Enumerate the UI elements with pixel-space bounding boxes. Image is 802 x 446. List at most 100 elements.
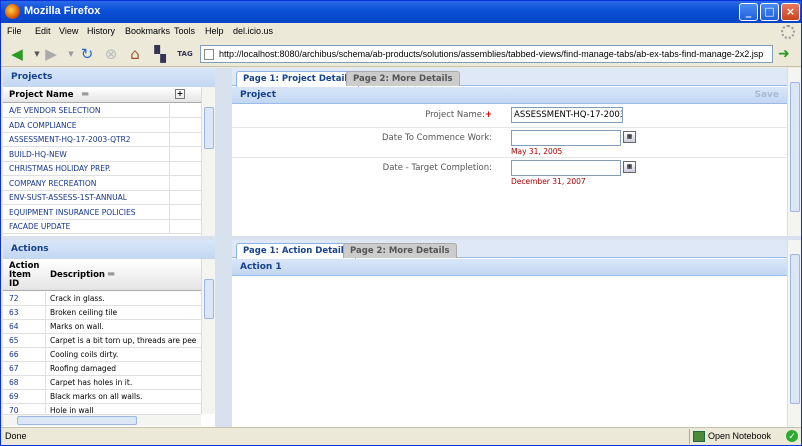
project-row[interactable]: EQUIPMENT INSURANCE POLICIES [3, 205, 201, 220]
action-id-cell[interactable]: 68 [9, 376, 19, 389]
home-icon[interactable]: ⌂ [125, 44, 145, 64]
tab-action-more-details[interactable]: Page 2: More Details [343, 243, 457, 258]
maximize-button[interactable]: □ [760, 3, 779, 21]
action-form-scrollbar[interactable] [787, 240, 801, 427]
action-description-cell[interactable]: Cooling coils dirty. [50, 348, 118, 361]
action-description-cell[interactable]: Broken ceiling tile [50, 306, 117, 319]
project-row[interactable]: ADA COMPLIANCE [3, 118, 201, 133]
scroll-thumb[interactable] [204, 107, 214, 149]
status-text: Done [5, 431, 27, 441]
action-id-cell[interactable]: 64 [9, 320, 19, 333]
action-id-cell[interactable]: 66 [9, 348, 19, 361]
action-row[interactable]: 72 Crack in glass. [3, 292, 201, 306]
project-row[interactable]: BUILD-HQ-NEW [3, 147, 201, 162]
scroll-thumb[interactable] [790, 254, 800, 404]
tab-project-more-details[interactable]: Page 2: More Details [346, 71, 460, 86]
project-name-cell[interactable]: COMPANY RECREATION [9, 177, 96, 190]
action-row[interactable]: 67 Roofing damaged [3, 362, 201, 376]
calendar-icon[interactable]: ▦ [623, 161, 636, 173]
project-row[interactable]: CHRISTMAS HOLIDAY PREP. [3, 162, 201, 176]
menu-history[interactable]: History [87, 26, 115, 36]
action-id-cell[interactable]: 72 [9, 292, 19, 305]
project-row[interactable]: ASSESSMENT-HQ-17-2003-QTR2 [3, 133, 201, 147]
reload-icon[interactable]: ↻ [77, 44, 97, 64]
page-icon [204, 49, 214, 60]
action-row[interactable]: 69 Black marks on all walls. [3, 390, 201, 404]
target-date-hint: December 31, 2007 [511, 177, 586, 186]
navigation-toolbar: ◀ ▼ ▶ ▼ ↻ ⊗ ⌂ ▚ TAG http://localhost:808… [1, 41, 801, 67]
project-name-cell[interactable]: BUILD-HQ-NEW [9, 148, 67, 161]
browser-window: Mozilla Firefox _ □ × File Edit View His… [0, 0, 802, 446]
save-button[interactable]: Save [754, 87, 779, 104]
stop-icon[interactable]: ⊗ [101, 44, 121, 64]
actions-scrollbar[interactable] [201, 259, 215, 414]
action-description-cell[interactable]: Roofing damaged [50, 362, 116, 375]
action-row[interactable]: 63 Broken ceiling tile [3, 306, 201, 320]
project-row[interactable]: FACADE UPDATE [3, 220, 201, 234]
menu-bookmarks[interactable]: Bookmarks [125, 26, 170, 36]
project-name-cell[interactable]: A/E VENDOR SELECTION [9, 104, 101, 117]
actions-hscrollbar[interactable] [3, 414, 201, 426]
sort-icon[interactable]: ▬ [81, 89, 89, 99]
delicious-icon[interactable]: ▚ [150, 44, 170, 64]
open-notebook-button[interactable]: Open Notebook [689, 429, 785, 444]
close-button[interactable]: × [781, 3, 800, 21]
url-input[interactable]: http://localhost:8080/archibus/schema/ab… [200, 45, 773, 63]
go-icon[interactable]: ➜ [778, 46, 794, 62]
action-form-header: Action 1 [232, 259, 787, 276]
target-date-field[interactable] [511, 160, 621, 176]
project-row[interactable]: A/E VENDOR SELECTION [3, 104, 201, 118]
sort-icon[interactable]: ▬ [107, 269, 115, 279]
menu-file[interactable]: File [7, 26, 22, 36]
minimize-button[interactable]: _ [739, 3, 758, 21]
action-row[interactable]: 66 Cooling coils dirty. [3, 348, 201, 362]
forward-icon[interactable]: ▶ [41, 44, 61, 64]
tag-icon[interactable]: TAG [175, 44, 195, 64]
scroll-thumb[interactable] [790, 82, 800, 212]
projects-scrollbar[interactable] [201, 87, 215, 236]
expand-icon[interactable]: + [175, 89, 185, 99]
menu-view[interactable]: View [59, 26, 78, 36]
action-description-cell[interactable]: Black marks on all walls. [50, 390, 142, 403]
project-name-cell[interactable]: FACADE UPDATE [9, 220, 70, 233]
description-column[interactable]: Description [50, 270, 105, 280]
tab-action-details[interactable]: Page 1: Action Details [236, 243, 356, 259]
project-name-column[interactable]: Project Name [9, 90, 73, 100]
project-name-cell[interactable]: ASSESSMENT-HQ-17-2003-QTR2 [9, 133, 131, 146]
back-icon[interactable]: ◀ [7, 44, 27, 64]
scroll-thumb[interactable] [204, 279, 214, 319]
action-description-cell[interactable]: Carpet has holes in it. [50, 376, 132, 389]
status-ok-icon: ✓ [786, 430, 798, 442]
project-name-field[interactable]: ASSESSMENT-HQ-17-2003 [511, 107, 623, 123]
menu-delicious[interactable]: del.icio.us [233, 26, 273, 36]
action-id-cell[interactable]: 69 [9, 390, 19, 403]
project-row[interactable]: COMPANY RECREATION [3, 176, 201, 191]
tab-project-details[interactable]: Page 1: Project Details [236, 71, 360, 87]
project-name-cell[interactable]: ENV-SUST-ASSESS-1ST-ANNUAL [9, 191, 127, 204]
action-id-cell[interactable]: 63 [9, 306, 19, 319]
action-row[interactable]: 68 Carpet has holes in it. [3, 376, 201, 390]
project-name-row: Project Name:+ ASSESSMENT-HQ-17-2003 [232, 105, 787, 128]
menu-edit[interactable]: Edit [35, 26, 51, 36]
action-row[interactable]: 65 Carpet is a bit torn up, threads are p… [3, 334, 201, 348]
vertical-splitter[interactable] [215, 68, 232, 427]
calendar-icon[interactable]: ▦ [623, 131, 636, 143]
menu-tools[interactable]: Tools [174, 26, 195, 36]
action-row[interactable]: 64 Marks on wall. [3, 320, 201, 334]
project-name-cell[interactable]: EQUIPMENT INSURANCE POLICIES [9, 206, 136, 219]
menu-help[interactable]: Help [205, 26, 224, 36]
action-description-cell[interactable]: Crack in glass. [50, 292, 105, 305]
project-name-cell[interactable]: ADA COMPLIANCE [9, 119, 77, 132]
action-description-cell[interactable]: Marks on wall. [50, 320, 104, 333]
commence-date-label: Date To Commence Work: [382, 133, 492, 143]
open-notebook-label: Open Notebook [708, 431, 772, 441]
action-description-cell[interactable]: Carpet is a bit torn up, threads are pee [50, 334, 196, 347]
project-row[interactable]: ENV-SUST-ASSESS-1ST-ANNUAL [3, 191, 201, 205]
project-form-scrollbar[interactable] [787, 68, 801, 236]
scroll-thumb[interactable] [17, 416, 137, 425]
action-id-column[interactable]: Action Item ID [9, 262, 41, 289]
project-name-cell[interactable]: CHRISTMAS HOLIDAY PREP. [9, 162, 111, 175]
action-id-cell[interactable]: 65 [9, 334, 19, 347]
commence-date-field[interactable] [511, 130, 621, 146]
action-id-cell[interactable]: 67 [9, 362, 19, 375]
